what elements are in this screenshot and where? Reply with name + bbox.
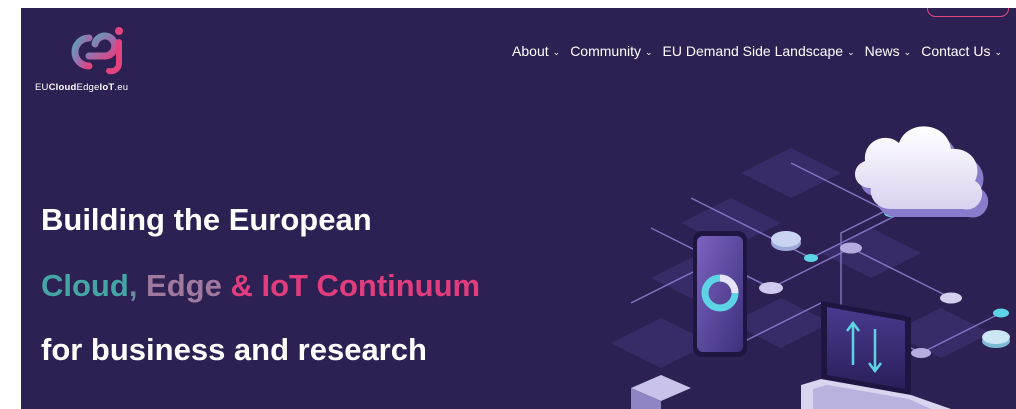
nav-item-community[interactable]: Community ⌄ [570,43,652,59]
hero-headline-line-3: for business and research [41,332,427,367]
hero-headline-line-1: Building the European [41,202,372,237]
nav-item-contact-us[interactable]: Contact Us ⌄ [921,43,1002,59]
top-action-button[interactable] [927,8,1009,17]
chevron-down-icon: ⌄ [994,46,1002,57]
hero-banner: EUCloudEdgeIoT.eu About ⌄ Community ⌄ EU D… [21,8,1016,409]
chevron-down-icon: ⌄ [644,46,653,57]
hero-headline-line-2: Cloud, Edge & IoT Continuum [41,268,481,303]
nav-item-about[interactable]: About ⌄ [512,43,560,59]
chevron-down-icon: ⌄ [903,46,912,57]
logo-text: EUCloudEdgeIoT.eu [35,82,129,93]
logo-mark-icon [71,27,123,75]
main-navigation: About ⌄ Community ⌄ EU Demand Side Landsca… [512,43,1002,59]
cloud-network-illustration [611,126,1010,409]
chevron-down-icon: ⌄ [847,46,855,57]
nav-item-eu-demand-side-landscape[interactable]: EU Demand Side Landscape ⌄ [663,43,855,59]
nav-item-news[interactable]: News ⌄ [865,43,912,59]
chevron-down-icon: ⌄ [552,46,561,57]
site-logo[interactable]: EUCloudEdgeIoT.eu [35,24,175,96]
